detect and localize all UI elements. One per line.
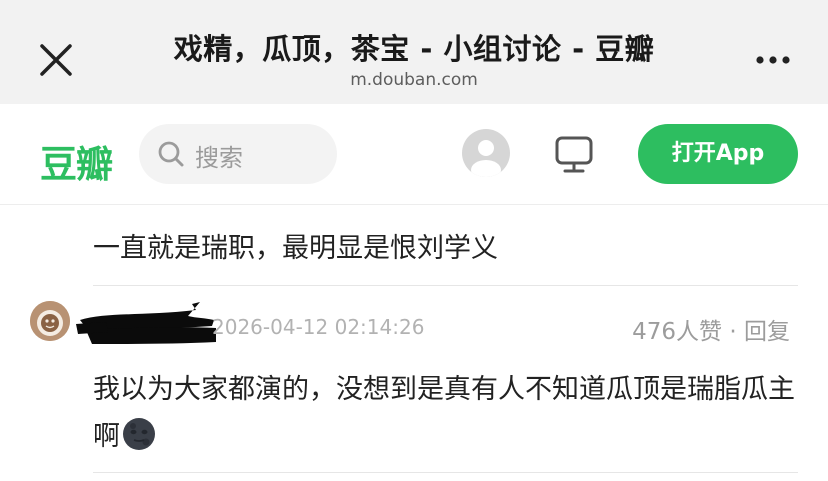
page-url: m.douban.com [350, 70, 478, 90]
more-dots-icon [756, 56, 790, 64]
more-options-button[interactable] [754, 50, 794, 70]
reply-link[interactable]: 回复 [744, 319, 790, 345]
user-icon [471, 140, 501, 177]
page-title: 戏精，瓜顶，茶宝 - 小组讨论 - 豆瓣 [173, 32, 655, 66]
divider [93, 285, 798, 286]
desktop-version-button[interactable] [554, 135, 594, 175]
redacted-username [76, 298, 221, 350]
like-count[interactable]: 476人赞 [632, 319, 722, 345]
site-header: 豆瓣 搜索 打开App [0, 104, 828, 205]
divider [93, 472, 798, 473]
comment-text: 我以为大家都演的，没想到是真有人不知道瓜顶是瑞脂瓜主啊 [93, 374, 795, 452]
open-app-button[interactable]: 打开App [638, 124, 798, 184]
browser-title-bar: 戏精，瓜顶，茶宝 - 小组讨论 - 豆瓣 m.douban.com [0, 0, 828, 104]
new-moon-face-emoji-icon [123, 418, 155, 450]
monitor-icon [555, 136, 593, 173]
search-box[interactable]: 搜索 [139, 124, 337, 184]
user-avatar[interactable] [462, 129, 510, 177]
comment-meta: 476人赞 · 回复 [632, 312, 790, 346]
search-placeholder: 搜索 [195, 144, 243, 172]
meta-separator: · [722, 319, 744, 345]
quoted-reply-text: 一直就是瑞职，最明显是恨刘学义 [93, 233, 498, 264]
coffee-cup-avatar-image [30, 301, 70, 341]
douban-logo[interactable]: 豆瓣 [40, 134, 113, 188]
commenter-avatar[interactable] [30, 301, 70, 341]
search-icon [158, 141, 184, 167]
comment-timestamp: 2026-04-12 02:14:26 [212, 315, 425, 339]
comment-body: 我以为大家都演的，没想到是真有人不知道瓜顶是瑞脂瓜主啊 [93, 366, 803, 460]
